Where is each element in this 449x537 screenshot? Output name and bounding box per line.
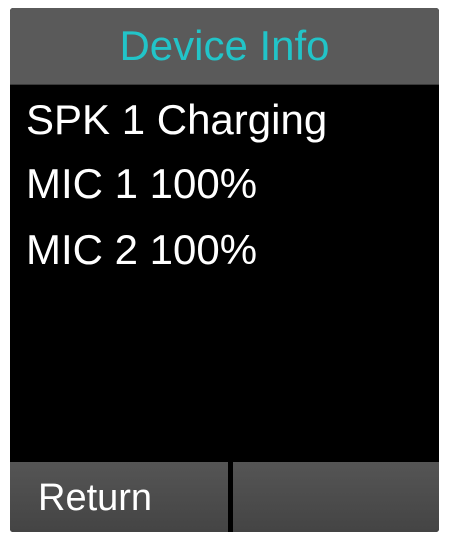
return-button-label: Return bbox=[38, 477, 153, 519]
title-bar: Device Info bbox=[10, 8, 439, 85]
list-item-mic-2: MIC 2 100% bbox=[26, 226, 258, 273]
right-softkey[interactable] bbox=[233, 462, 439, 532]
softkey-bar: Return bbox=[10, 462, 439, 532]
device-info-list: SPK 1 Charging MIC 1 100% MIC 2 100% bbox=[10, 86, 439, 458]
list-item-spk-1: SPK 1 Charging bbox=[26, 96, 328, 143]
list-item-mic-1: MIC 1 100% bbox=[26, 160, 258, 207]
return-button[interactable]: Return bbox=[10, 462, 228, 532]
device-screen: Device Info SPK 1 Charging MIC 1 100% MI… bbox=[10, 8, 439, 532]
page-title: Device Info bbox=[119, 22, 330, 69]
